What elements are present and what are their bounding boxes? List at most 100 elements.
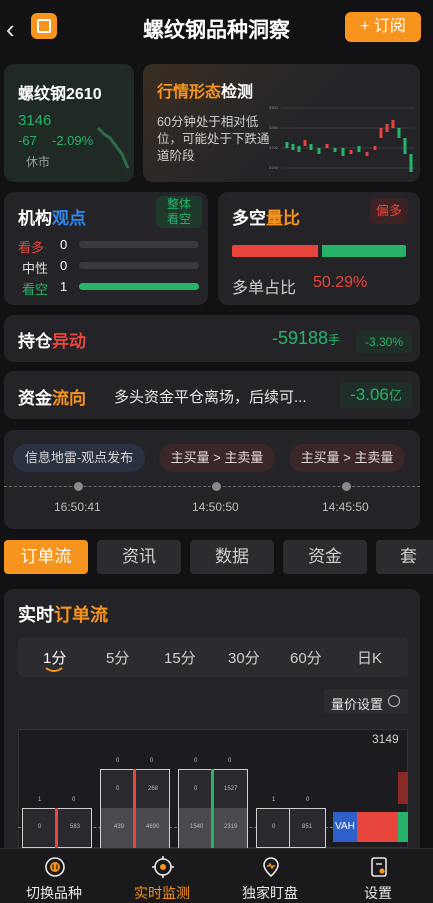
tab-data[interactable]: 数据: [190, 540, 274, 574]
long-short-card[interactable]: 多空量比 偏多 多单占比 50.29%: [218, 192, 420, 305]
svg-text:3300: 3300: [269, 105, 279, 110]
nav-label: 设置: [364, 885, 392, 901]
fp-number: 0: [228, 758, 232, 764]
footprint-bar[interactable]: [256, 808, 326, 848]
pattern-title: 行情形态检测: [157, 84, 254, 101]
period-60m[interactable]: 60分: [290, 647, 322, 668]
svg-text:3200: 3200: [269, 145, 279, 150]
institution-overall-badge: 整体 看空: [156, 196, 202, 228]
settings-gear-icon: [388, 695, 400, 707]
volume-profile-sell: [357, 812, 398, 842]
radar-icon: [263, 857, 279, 878]
institution-view-card[interactable]: 机构观点 整体 看空 看多 0 中性 0 看空 1: [4, 192, 208, 305]
nav-label: 切换品种: [26, 885, 82, 901]
long-ratio-value: 50.29%: [313, 274, 368, 291]
header: ‹ 螺纹钢品种洞察 + 订阅: [0, 0, 433, 56]
timeline-tag[interactable]: 主买量 > 主卖量: [289, 444, 405, 472]
institution-title: 机构观点: [18, 209, 86, 228]
bar-wick: [211, 769, 214, 848]
tab-arbitrage[interactable]: 套利: [376, 540, 433, 574]
vah-label: VAH: [335, 821, 355, 832]
long-short-title: 多空量比: [232, 209, 300, 228]
price-volume-settings-button[interactable]: 量价设置: [324, 689, 408, 714]
neutral-label: 中性: [22, 261, 49, 276]
bearish-label: 看空: [22, 282, 49, 297]
switch-icon: [45, 857, 65, 877]
timeline-tag[interactable]: 主买量 > 主卖量: [159, 444, 275, 472]
fp-number: 0: [194, 786, 198, 792]
tab-fund[interactable]: 资金: [283, 540, 367, 574]
subscribe-button[interactable]: + 订阅: [345, 12, 421, 42]
fp-number: 0: [116, 758, 120, 764]
bar-wick: [133, 769, 136, 848]
pattern-card[interactable]: 行情形态检测 60分钟处于相对低位，可能处于下跌通道阶段 3300 3250 320…: [143, 64, 420, 182]
settings-icon: [371, 857, 387, 877]
nav-realtime-monitor[interactable]: 实时监测: [108, 848, 216, 903]
period-15m[interactable]: 15分: [164, 647, 196, 668]
fund-flow-card[interactable]: 资金流向 多头资金平仓离场，后续可... -3.06亿: [4, 371, 420, 419]
vah-marker: VAH: [333, 812, 357, 842]
timeline-time: 16:50:41: [54, 500, 101, 514]
candlestick-thumbnail-icon: 3300 3250 3200 3150: [269, 105, 415, 172]
svg-text:3150: 3150: [269, 165, 279, 170]
price-level-label: 3149: [372, 732, 399, 746]
nav-settings[interactable]: 设置: [324, 848, 432, 903]
fund-value: -3.06亿: [340, 382, 412, 408]
timeline-tag[interactable]: 信息地雷-观点发布: [13, 444, 145, 472]
volume-profile-top: [398, 772, 408, 804]
bearish-count: 1: [60, 279, 68, 294]
fp-number: 0: [116, 786, 120, 792]
position-title: 持仓异动: [18, 332, 86, 351]
timeline-time: 14:50:50: [192, 500, 239, 514]
market-status: 休市: [26, 155, 51, 169]
bullish-bar: [79, 241, 199, 248]
fund-title: 资金流向: [18, 389, 86, 408]
pattern-desc: 60分钟处于相对低位，可能处于下跌通道阶段: [157, 115, 270, 163]
fp-number: 583: [70, 824, 81, 830]
contract-change: -67: [18, 133, 37, 148]
fp-number: 4690: [146, 824, 160, 830]
fp-number: 439: [114, 824, 125, 830]
bullish-label: 看多: [18, 240, 45, 255]
bar-wick: [289, 808, 290, 848]
timeline-dot: [342, 482, 351, 491]
timeline-dot: [212, 482, 221, 491]
settings-label: 量价设置: [331, 697, 384, 712]
bullish-count: 0: [60, 237, 68, 252]
period-30m[interactable]: 30分: [228, 647, 260, 668]
svg-text:3250: 3250: [269, 125, 279, 130]
fund-desc: 多头资金平仓离场，后续可...: [114, 389, 307, 406]
contract-card[interactable]: 螺纹钢2610 3146 -67 -2.09% 休市: [4, 64, 134, 182]
volume-profile-buy: [398, 812, 408, 842]
fp-number: 1: [272, 797, 276, 803]
period-1m[interactable]: 1分: [43, 647, 66, 668]
nav-switch-variety[interactable]: 切换品种: [0, 848, 108, 903]
tab-news[interactable]: 资讯: [97, 540, 181, 574]
nav-exclusive-watch[interactable]: 独家盯盘: [216, 848, 324, 903]
fp-number: 0: [272, 824, 276, 830]
nav-label: 实时监测: [134, 885, 190, 901]
timeline-time: 14:45:50: [322, 500, 369, 514]
bearish-bar-fill: [79, 283, 199, 290]
fp-number: 2319: [224, 824, 238, 830]
long-ratio-label: 多单占比: [232, 280, 297, 297]
fp-number: 268: [148, 786, 159, 792]
period-5m[interactable]: 5分: [106, 647, 129, 668]
timeline-dot: [74, 482, 83, 491]
fp-number: 1: [38, 797, 42, 803]
fp-number: 0: [150, 758, 154, 764]
fp-number: 1540: [190, 824, 204, 830]
fp-number: 0: [38, 824, 42, 830]
period-daily[interactable]: 日K: [357, 647, 382, 668]
nav-label: 独家盯盘: [242, 885, 298, 901]
long-ratio-bar: [232, 245, 318, 257]
fp-number: 851: [302, 824, 313, 830]
position-pct: -3.30%: [356, 331, 412, 353]
neutral-count: 0: [60, 258, 68, 273]
bar-wick: [55, 808, 58, 848]
position-change-card[interactable]: 持仓异动 -59188手 -3.30%: [4, 315, 420, 362]
tab-orderflow[interactable]: 订单流: [4, 540, 88, 574]
orderflow-title: 实时订单流: [18, 605, 108, 625]
sparkline-icon: [96, 126, 130, 169]
long-short-badge: 偏多: [370, 198, 408, 224]
